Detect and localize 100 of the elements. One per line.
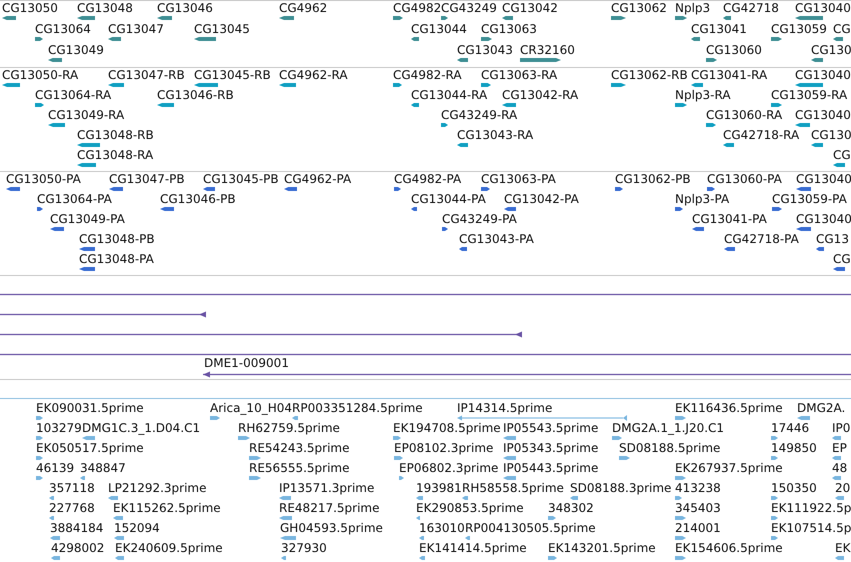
feature-label[interactable]: CG13046 [157,2,213,15]
feature-label[interactable]: Nplp3 [675,2,710,15]
feature-label[interactable]: EK090031.5prime [36,402,144,415]
feature-label[interactable]: 163010 [419,522,465,535]
feature-label[interactable]: CG13042-RA [502,89,578,102]
feature-label[interactable]: EK143201.5prime [548,542,656,555]
feature-label[interactable]: EK240609.5prime [115,542,223,555]
feature-label[interactable]: IP05543.5prime [503,422,598,435]
feature-label[interactable]: EK [835,542,850,555]
feature-label[interactable]: CG13064-PA [37,193,112,206]
feature-label[interactable]: CG13060 [706,44,762,57]
feature-label[interactable]: CG13050-RA [2,69,78,82]
feature-label[interactable]: RE54243.5prime [249,442,350,455]
feature-label[interactable]: 46139 [36,462,74,475]
feature-label[interactable]: 150350 [771,482,817,495]
feature-label[interactable]: LP21292.3prime [108,482,207,495]
feature-label[interactable]: RP004130505.5prime [465,522,596,535]
feature-label[interactable]: Nplp3-PA [675,193,730,206]
feature-label[interactable]: RE48217.5prime [279,502,380,515]
feature-label[interactable]: Arica_10_H04 [210,402,292,415]
feature-label[interactable]: CG13045-RB [194,69,271,82]
feature-label[interactable]: RP003351284.5prime [292,402,423,415]
feature-label[interactable]: CG4962 [279,2,328,15]
feature-label[interactable]: CG42718-RA [723,129,800,142]
feature-label[interactable]: CG13042-PA [504,193,579,206]
feature-label[interactable]: CG13047 [108,23,164,36]
feature-label[interactable]: CG13046-PB [160,193,236,206]
feature-label[interactable]: CG13040 [795,69,851,82]
feature-label[interactable]: IP13571.3prime [279,482,374,495]
feature-label[interactable]: 345403 [675,502,721,515]
feature-label[interactable]: SD08188.5prime [619,442,720,455]
feature-label[interactable]: CG4982 [393,2,442,15]
feature-label[interactable]: CR32160 [520,44,575,57]
feature-label[interactable]: CG13062 [611,2,667,15]
feature-label[interactable]: EP08102.3prime [394,442,494,455]
feature-label[interactable]: CG4962-RA [279,69,348,82]
feature-label[interactable]: CG13043 [457,44,513,57]
feature-label[interactable]: EK267937.5prime [675,462,783,475]
feature-label[interactable]: IP14314.5prime [457,402,552,415]
feature-label[interactable]: DMG2A. [797,402,846,415]
feature-label[interactable]: EK107514.5p [771,522,851,535]
feature-label[interactable]: CG13040 [795,2,851,15]
feature-label[interactable]: CG13042 [502,2,558,15]
feature-label[interactable]: CG13046-RB [157,89,234,102]
feature-label[interactable]: CG13063 [481,23,537,36]
feature-label[interactable]: CG43249-PA [442,213,517,226]
feature-label[interactable]: CG13 [816,233,849,246]
feature-label[interactable]: CG13045 [194,23,250,36]
feature-label[interactable]: CG13043-RA [457,129,534,142]
feature-label[interactable]: CG13041-PA [692,213,767,226]
feature-label[interactable]: Nplp3-RA [675,89,731,102]
feature-label[interactable]: CG13045-PB [203,173,279,186]
feature-label[interactable]: CG [833,253,851,266]
feature-label[interactable]: GH04593.5prime [280,522,383,535]
feature-label[interactable]: CG13063-RA [481,69,558,82]
feature-label[interactable]: IP0 [832,422,850,435]
feature-label[interactable]: CG13040 [795,109,851,122]
feature-label[interactable]: 149850 [771,442,817,455]
feature-label[interactable]: CG13050 [2,2,58,15]
feature-label[interactable]: CG13059-PA [772,193,847,206]
feature-label[interactable]: EK154606.5prime [675,542,783,555]
feature-label[interactable]: 103279 [36,422,82,435]
feature-label[interactable]: EK116436.5prime [675,402,783,415]
feature-label[interactable]: 152094 [114,522,160,535]
feature-label[interactable]: CG13060-PA [707,173,782,186]
feature-label[interactable]: CG43249-RA [441,109,518,122]
feature-label[interactable]: CG13048-RA [77,149,154,162]
feature-label[interactable]: CG13049-RA [48,109,124,122]
feature-label[interactable]: CG13043-PA [459,233,534,246]
feature-label[interactable]: CG13059 [771,23,827,36]
feature-label[interactable]: CG [833,23,851,36]
feature-label[interactable]: CG13048 [77,2,133,15]
feature-label[interactable]: CG13060-RA [706,109,782,122]
feature-label[interactable]: 214001 [675,522,721,535]
feature-label[interactable]: 227768 [49,502,95,515]
feature-label[interactable]: RE56555.5prime [249,462,350,475]
feature-label[interactable]: CG4962-PA [284,173,352,186]
feature-label[interactable]: EK115262.5prime [113,502,221,515]
feature-label[interactable]: DMG1C.3_1.D04.C1 [82,422,200,435]
feature-label[interactable]: CG4982-PA [394,173,462,186]
feature-label[interactable]: SD08188.3prime [570,482,672,495]
feature-label[interactable]: CG13048-PB [79,233,155,246]
feature-label[interactable]: DMG2A.1_1.J20.C1 [612,422,724,435]
feature-label[interactable]: EK050517.5prime [36,442,144,455]
feature-label[interactable]: CG13049 [48,44,104,57]
feature-label[interactable]: CG13047-RB [108,69,185,82]
feature-label[interactable]: CG4982-RA [393,69,462,82]
feature-label[interactable]: EK111922.5p [771,502,851,515]
feature-label[interactable]: EK141414.5prime [419,542,527,555]
feature-label[interactable]: 327930 [281,542,327,555]
feature-label[interactable]: CG13040 [796,213,851,226]
feature-label[interactable]: CG13047-PB [109,173,185,186]
feature-label[interactable]: CG13062-PB [615,173,691,186]
feature-label[interactable]: 348302 [548,502,594,515]
feature-label[interactable]: IP05343.5prime [503,442,598,455]
feature-label[interactable]: EP [832,442,847,455]
feature-label[interactable]: 348847 [80,462,126,475]
feature-label[interactable]: 20 [835,482,850,495]
feature-label[interactable]: CG13044-PA [411,193,486,206]
feature-label[interactable]: 4298002 [51,542,104,555]
